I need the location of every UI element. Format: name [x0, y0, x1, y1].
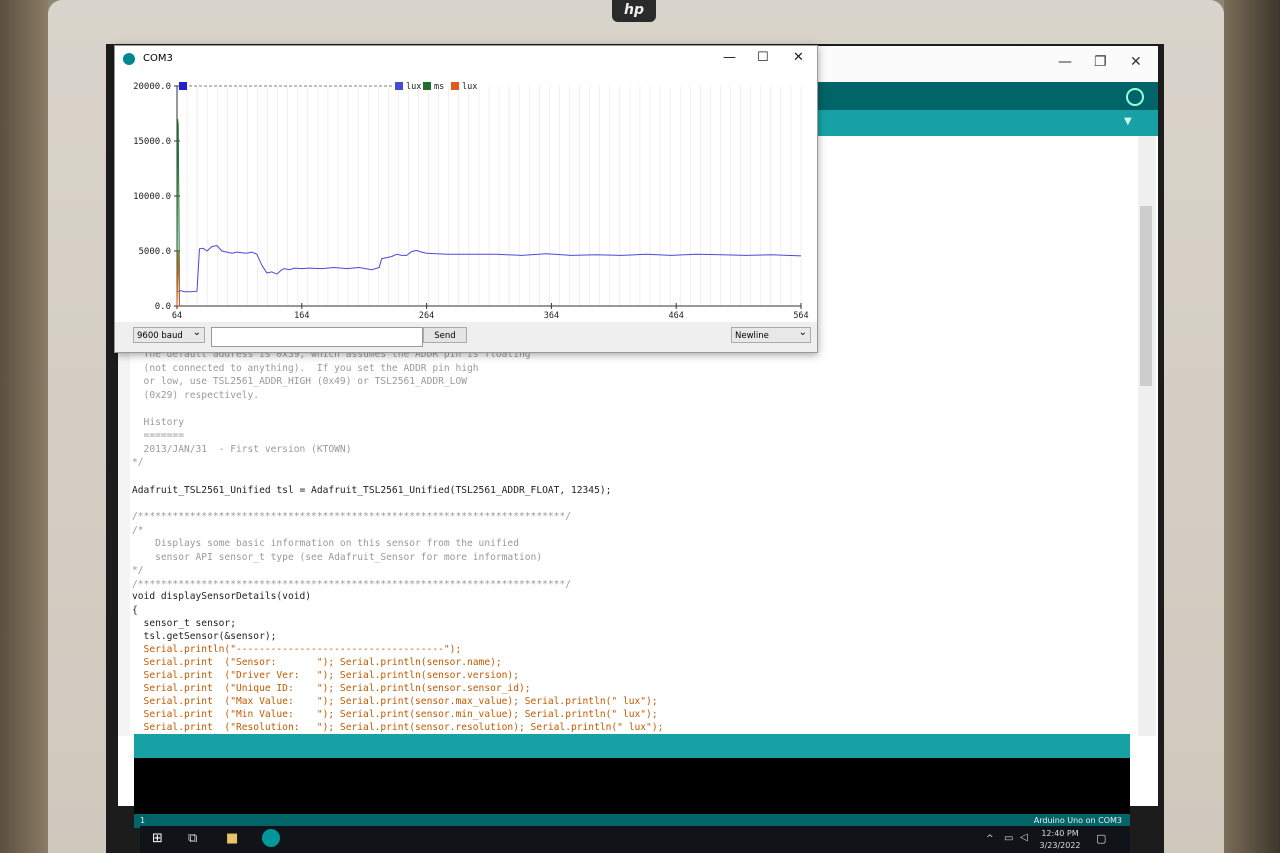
- restore-icon[interactable]: ❐: [1094, 54, 1107, 70]
- send-button[interactable]: Send: [423, 327, 467, 343]
- code-line: History: [132, 416, 184, 428]
- volume-icon[interactable]: ◁: [1020, 832, 1028, 843]
- taskbar-date[interactable]: 3/23/2022: [1034, 841, 1086, 850]
- plotter-title: COM3: [143, 53, 173, 64]
- x-tick-label: 464: [669, 311, 684, 321]
- code-line: /*: [132, 524, 144, 536]
- code-line: or low, use TSL2561_ADDR_HIGH (0x49) or …: [132, 376, 468, 387]
- y-tick-label: 10000.0: [133, 192, 171, 202]
- y-tick-label: 20000.0: [133, 82, 171, 92]
- code-line: 2013/JAN/31 - First version (KTOWN): [132, 443, 352, 455]
- minimize-icon[interactable]: —: [723, 50, 736, 65]
- network-icon[interactable]: ▭: [1004, 833, 1013, 844]
- code-line: Serial.print ("Resolution: "); Serial.pr…: [132, 722, 664, 733]
- code-line: Serial.print ("Min Value: "); Serial.pri…: [132, 709, 658, 720]
- code-line: (not connected to anything). If you set …: [132, 362, 479, 374]
- legend-label: ms: [434, 82, 444, 92]
- baud-rate-select[interactable]: 9600 baud: [133, 325, 205, 343]
- y-tick-label: 0.0: [155, 302, 171, 312]
- legend-label: lux: [406, 82, 421, 92]
- hp-logo: hp: [612, 0, 656, 22]
- windows-start-icon[interactable]: ⊞: [152, 831, 163, 846]
- scroll-marker: [179, 82, 187, 90]
- y-tick-label: 5000.0: [138, 247, 171, 257]
- code-line: */: [132, 457, 144, 468]
- arduino-taskbar-icon[interactable]: [262, 829, 280, 847]
- minimize-icon[interactable]: —: [1058, 54, 1072, 70]
- editor-scrollbar-thumb[interactable]: [1140, 206, 1152, 386]
- x-tick-label: 364: [544, 311, 559, 321]
- serial-monitor-icon[interactable]: [1126, 88, 1144, 106]
- monitor-right-edge: [1224, 0, 1280, 853]
- legend-swatch: [423, 82, 431, 90]
- legend-swatch: [451, 82, 459, 90]
- code-line: sensor API sensor_t type (see Adafruit_S…: [132, 551, 543, 563]
- ide-console: [134, 758, 1130, 814]
- code-line: Serial.print ("Max Value: "); Serial.pri…: [132, 696, 658, 707]
- file-explorer-icon[interactable]: ■: [226, 831, 238, 846]
- code-line: Serial.print ("Unique ID: "); Serial.pri…: [132, 683, 531, 694]
- code-line: /***************************************…: [132, 511, 571, 522]
- code-line: sensor_t sensor;: [132, 618, 236, 629]
- task-view-icon[interactable]: ⧉: [188, 831, 197, 846]
- tab-menu-icon[interactable]: ▼: [1124, 116, 1132, 127]
- code-line: */: [132, 565, 144, 576]
- code-line: /***************************************…: [132, 578, 571, 590]
- maximize-icon[interactable]: ☐: [757, 50, 769, 65]
- arduino-icon: [123, 53, 135, 65]
- x-tick-label: 564: [793, 311, 808, 321]
- code-line: tsl.getSensor(&sensor);: [132, 631, 277, 642]
- command-input[interactable]: [211, 327, 423, 347]
- legend-label: lux: [462, 82, 477, 92]
- code-line: {: [132, 604, 138, 616]
- notification-icon[interactable]: ▢: [1096, 832, 1106, 845]
- plot-area: 0.0 5000.0 10000.0 15000.0 20000.0 64 164 264 36…: [115, 72, 817, 322]
- x-tick-label: 264: [419, 311, 434, 321]
- code-line: Adafruit_TSL2561_Unified tsl = Adafruit_…: [132, 485, 612, 496]
- code-line: Serial.print ("Sensor: "); Serial.printl…: [132, 657, 502, 668]
- code-line: void displaySensorDetails(void): [132, 591, 312, 602]
- ide-message-bar: [134, 734, 1130, 758]
- legend-swatch: [395, 82, 403, 90]
- tray-chevron-icon[interactable]: ^: [986, 834, 994, 844]
- code-line: Serial.println("------------------------…: [132, 644, 462, 655]
- x-tick-label: 164: [294, 311, 309, 321]
- plotter-titlebar: COM3 — ☐ ✕: [115, 46, 817, 72]
- y-tick-label: 15000.0: [133, 137, 171, 147]
- windows-taskbar: ⊞ ⧉ ■ ^ ▭ ◁ 12:40 PM 3/23/2022 ▢: [140, 826, 1130, 853]
- code-line: Serial.print ("Driver Ver: "); Serial.pr…: [132, 670, 519, 681]
- taskbar-time[interactable]: 12:40 PM: [1034, 829, 1086, 838]
- serial-plotter-window: COM3 — ☐ ✕ 0.0 5000.0 10000.0 15000.0 20000.…: [114, 45, 818, 353]
- monitor-left-edge: [0, 0, 48, 853]
- x-tick-label: 64: [172, 311, 182, 321]
- code-line: =======: [132, 430, 184, 441]
- line-ending-select[interactable]: Newline: [731, 325, 811, 343]
- code-line: Displays some basic information on this …: [132, 538, 519, 549]
- plotter-controls: 9600 baud Send Newline: [115, 322, 817, 352]
- close-icon[interactable]: ✕: [1130, 54, 1142, 70]
- close-icon[interactable]: ✕: [793, 50, 804, 65]
- code-line: (0x29) respectively.: [132, 389, 260, 401]
